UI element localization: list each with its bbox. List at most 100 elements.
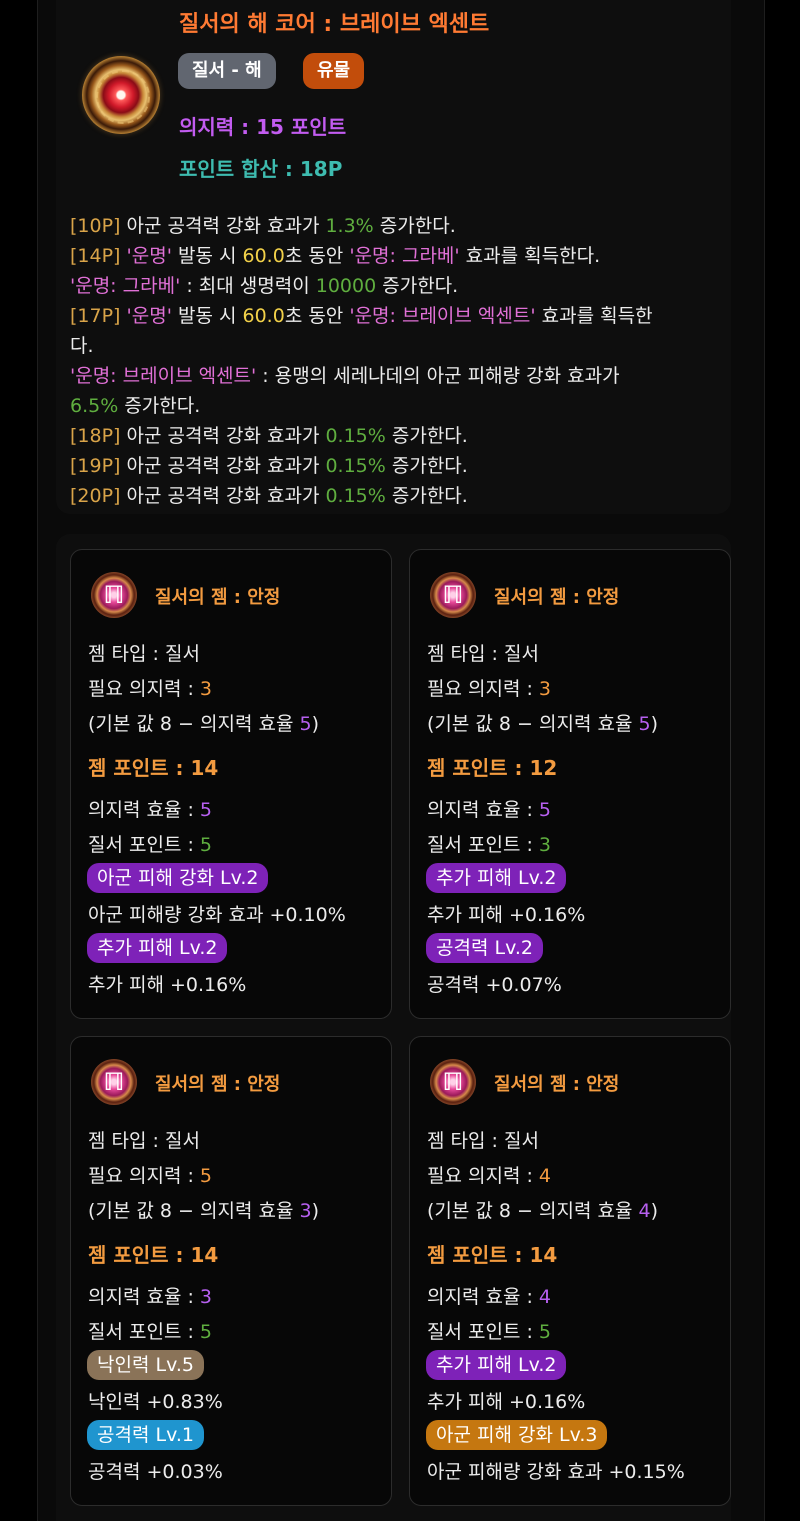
effect-segment: 효과를 획득한: [535, 305, 653, 327]
gem-required-value: 5: [199, 1165, 213, 1187]
core-title: 질서의 해 코어 : 브레이브 엑센트: [179, 12, 490, 37]
gem-option-2-effect: 공격력 +0.07%: [427, 974, 562, 996]
effect-segment: 증가한다.: [376, 275, 459, 297]
gem-name: 질서의 젬 : 안정: [155, 587, 281, 608]
gem-points: 젬 포인트 : 14: [88, 756, 219, 780]
effect-segment: : 용맹의 세레나데의 아군 피해량 강화 효과가: [256, 365, 620, 387]
gem-order-points: 질서 포인트 : 5: [427, 1317, 551, 1344]
gem-efficiency-value: 5: [199, 799, 213, 821]
gem-card: ℿ 질서의 젬 : 안정 젬 타입 : 질서 필요 의지력 : 4 (기본 값 …: [409, 1036, 731, 1506]
effect-line: [17P] '운명' 발동 시 60.0초 동안 '운명: 브레이브 엑센트' …: [70, 301, 730, 331]
effect-segment: '운명': [126, 245, 172, 267]
gem-base-suffix: ): [650, 713, 659, 735]
gem-order-label: 질서 포인트 :: [427, 1321, 539, 1343]
gem-option-1-effect: 낙인력 +0.83%: [88, 1391, 223, 1413]
gem-base-prefix: (기본 값 8 − 의지력 효율: [427, 1200, 639, 1222]
core-effects-list: [10P] 아군 공격력 강화 효과가 1.3% 증가한다. [14P] '운명'…: [70, 211, 730, 511]
gem-base-prefix: (기본 값 8 − 의지력 효율: [427, 713, 639, 735]
gem-efficiency-label: 의지력 효율 :: [88, 1286, 200, 1308]
effect-segment: 증가한다.: [385, 425, 468, 447]
effect-segment: 6.5%: [70, 395, 119, 417]
gem-points: 젬 포인트 : 12: [427, 756, 558, 780]
gem-order-label: 질서 포인트 :: [88, 834, 200, 856]
effect-segment: 증가한다.: [385, 485, 468, 507]
gem-base-formula: (기본 값 8 − 의지력 효율 5): [88, 709, 319, 736]
gem-name: 질서의 젬 : 안정: [494, 1074, 620, 1095]
gem-option-2-effect: 아군 피해량 강화 효과 +0.15%: [427, 1461, 685, 1483]
gem-order-value: 5: [199, 834, 213, 856]
effect-line: '운명: 그라베' : 최대 생명력이 10000 증가한다.: [70, 271, 730, 301]
effect-segment: 60.0: [242, 245, 285, 267]
gem-name: 질서의 젬 : 안정: [494, 587, 620, 608]
effect-segment: 60.0: [242, 305, 285, 327]
gem-option-2-badge: 추가 피해 Lv.2: [87, 933, 228, 963]
effect-segment: 아군 공격력 강화 효과가: [120, 485, 326, 507]
gem-efficiency-label: 의지력 효율 :: [427, 1286, 539, 1308]
gem-required-value: 3: [538, 678, 552, 700]
effect-segment: '운명: 그라베': [70, 275, 181, 297]
gem-type: 젬 타입 : 질서: [88, 1130, 200, 1152]
effect-segment: '운명: 브레이브 엑센트': [70, 365, 257, 387]
gem-option-1-effect: 추가 피해 +0.16%: [427, 904, 586, 926]
gem-required-value: 4: [538, 1165, 552, 1187]
gem-option-1-effect: 추가 피해 +0.16%: [427, 1391, 586, 1413]
core-points-sum: 포인트 합산 : 18P: [179, 157, 343, 181]
effect-segment: '운명: 브레이브 엑센트': [349, 305, 536, 327]
gem-icon: ℿ: [430, 572, 476, 618]
effect-segment: 다.: [70, 335, 94, 357]
gem-efficiency: 의지력 효율 : 5: [427, 795, 551, 822]
effect-line: [14P] '운명' 발동 시 60.0초 동안 '운명: 그라베' 효과를 획…: [70, 241, 730, 271]
gem-option-2-badge: 아군 피해 강화 Lv.3: [426, 1420, 608, 1450]
effect-segment: 0.15%: [325, 455, 386, 477]
gem-base-prefix: (기본 값 8 − 의지력 효율: [88, 1200, 300, 1222]
gem-icon: ℿ: [91, 1059, 137, 1105]
gem-efficiency-value: 5: [538, 799, 552, 821]
gem-efficiency: 의지력 효율 : 5: [88, 795, 212, 822]
gem-option-1-effect: 아군 피해량 강화 효과 +0.10%: [88, 904, 346, 926]
gem-option-1-badge: 아군 피해 강화 Lv.2: [87, 863, 269, 893]
gem-base-suffix: ): [311, 713, 320, 735]
gem-efficiency-label: 의지력 효율 :: [427, 799, 539, 821]
core-type-tag: 질서 - 해: [178, 53, 276, 89]
gem-order-label: 질서 포인트 :: [88, 1321, 200, 1343]
effect-segment: [19P]: [70, 455, 121, 477]
gem-name: 질서의 젬 : 안정: [155, 1074, 281, 1095]
core-willpower: 의지력 : 15 포인트: [179, 115, 347, 139]
gem-base-efficiency: 3: [299, 1200, 312, 1222]
gem-option-1-badge: 추가 피해 Lv.2: [426, 1350, 567, 1380]
effect-line: 다.: [70, 331, 730, 361]
core-sun-icon: [82, 56, 160, 134]
gem-base-efficiency: 4: [638, 1200, 651, 1222]
gem-option-2-effect: 공격력 +0.03%: [88, 1461, 223, 1483]
gem-required-label: 필요 의지력 :: [427, 678, 539, 700]
effect-line: '운명: 브레이브 엑센트' : 용맹의 세레나데의 아군 피해량 강화 효과가: [70, 361, 730, 391]
gem-required-willpower: 필요 의지력 : 4: [427, 1161, 551, 1188]
gem-order-points: 질서 포인트 : 5: [88, 1317, 212, 1344]
gem-points: 젬 포인트 : 14: [88, 1243, 219, 1267]
gem-order-label: 질서 포인트 :: [427, 834, 539, 856]
gem-required-willpower: 필요 의지력 : 3: [88, 674, 212, 701]
gem-required-label: 필요 의지력 :: [427, 1165, 539, 1187]
effect-segment: 10000: [315, 275, 377, 297]
effect-segment: 증가한다.: [118, 395, 201, 417]
effect-segment: [18P]: [70, 425, 121, 447]
gem-required-value: 3: [199, 678, 213, 700]
gem-base-formula: (기본 값 8 − 의지력 효율 4): [427, 1196, 658, 1223]
gem-order-points: 질서 포인트 : 5: [88, 830, 212, 857]
effect-line: [18P] 아군 공격력 강화 효과가 0.15% 증가한다.: [70, 421, 730, 451]
gem-efficiency-value: 4: [538, 1286, 552, 1308]
gem-order-value: 5: [538, 1321, 552, 1343]
gem-type: 젬 타입 : 질서: [427, 1130, 539, 1152]
gem-option-1-badge: 낙인력 Lv.5: [87, 1350, 204, 1380]
effect-line: 6.5% 증가한다.: [70, 391, 730, 421]
effect-segment: 초 동안: [284, 305, 350, 327]
effect-segment: '운명': [126, 305, 172, 327]
gem-option-2-badge: 공격력 Lv.2: [426, 933, 543, 963]
effect-segment: 0.15%: [325, 425, 386, 447]
gem-base-prefix: (기본 값 8 − 의지력 효율: [88, 713, 300, 735]
gem-required-label: 필요 의지력 :: [88, 1165, 200, 1187]
effect-line: [19P] 아군 공격력 강화 효과가 0.15% 증가한다.: [70, 451, 730, 481]
effect-segment: [14P]: [70, 245, 121, 267]
effect-segment: 아군 공격력 강화 효과가: [120, 215, 326, 237]
effect-segment: : 최대 생명력이: [180, 275, 316, 297]
